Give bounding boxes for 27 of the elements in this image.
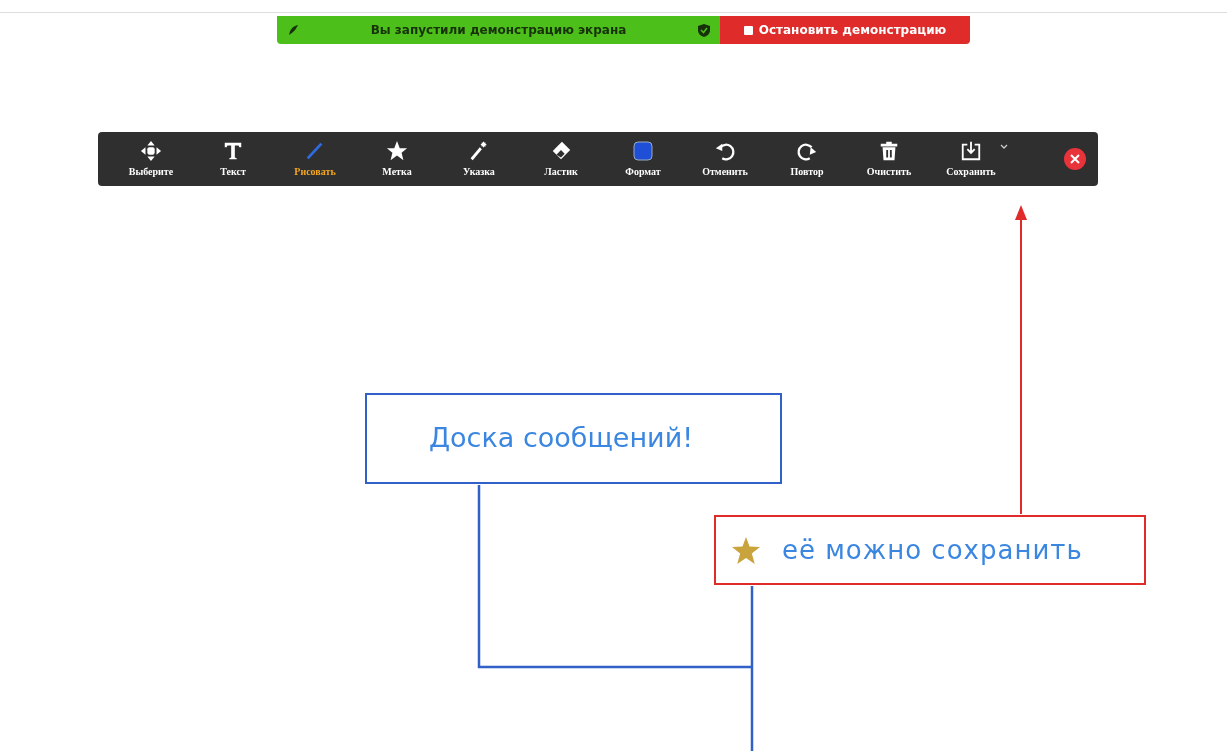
- toolbar-tool[interactable]: Выберите: [110, 139, 192, 179]
- note-text: её можно сохранить: [782, 533, 1083, 567]
- stop-share-button[interactable]: Остановить демонстрацию: [720, 16, 970, 44]
- leaf-icon: [287, 24, 299, 36]
- note-text: Доска сообщений!: [429, 421, 694, 456]
- toolbar-tool[interactable]: Указка: [438, 139, 520, 179]
- download-icon: [960, 139, 982, 162]
- toolbar-tool[interactable]: Метка: [356, 139, 438, 179]
- eraser-icon: [550, 139, 572, 162]
- toolbar-tool[interactable]: Текст: [192, 139, 274, 179]
- sharing-status-text: Вы запустили демонстрацию экрана: [369, 22, 628, 39]
- toolbar-tool[interactable]: Отменить: [684, 139, 766, 179]
- toolbar-tool[interactable]: Формат: [602, 139, 684, 179]
- close-button[interactable]: [1064, 148, 1086, 170]
- caret-icon[interactable]: [1000, 143, 1008, 149]
- star-icon: [732, 536, 760, 564]
- toolbar-tool[interactable]: Ластик: [520, 139, 602, 179]
- toolbar-tool[interactable]: Очистить: [848, 139, 930, 179]
- toolbar-tool[interactable]: Рисовать: [274, 139, 356, 179]
- move-icon: [140, 139, 162, 162]
- shield-icon: [698, 23, 710, 37]
- toolbar-tool[interactable]: Сохранить: [930, 139, 1012, 179]
- trash-icon: [878, 139, 900, 162]
- toolbar-tool[interactable]: Повтор: [766, 139, 848, 179]
- star-icon: [386, 139, 408, 162]
- stop-icon: [743, 25, 753, 35]
- close-icon: [1070, 154, 1080, 164]
